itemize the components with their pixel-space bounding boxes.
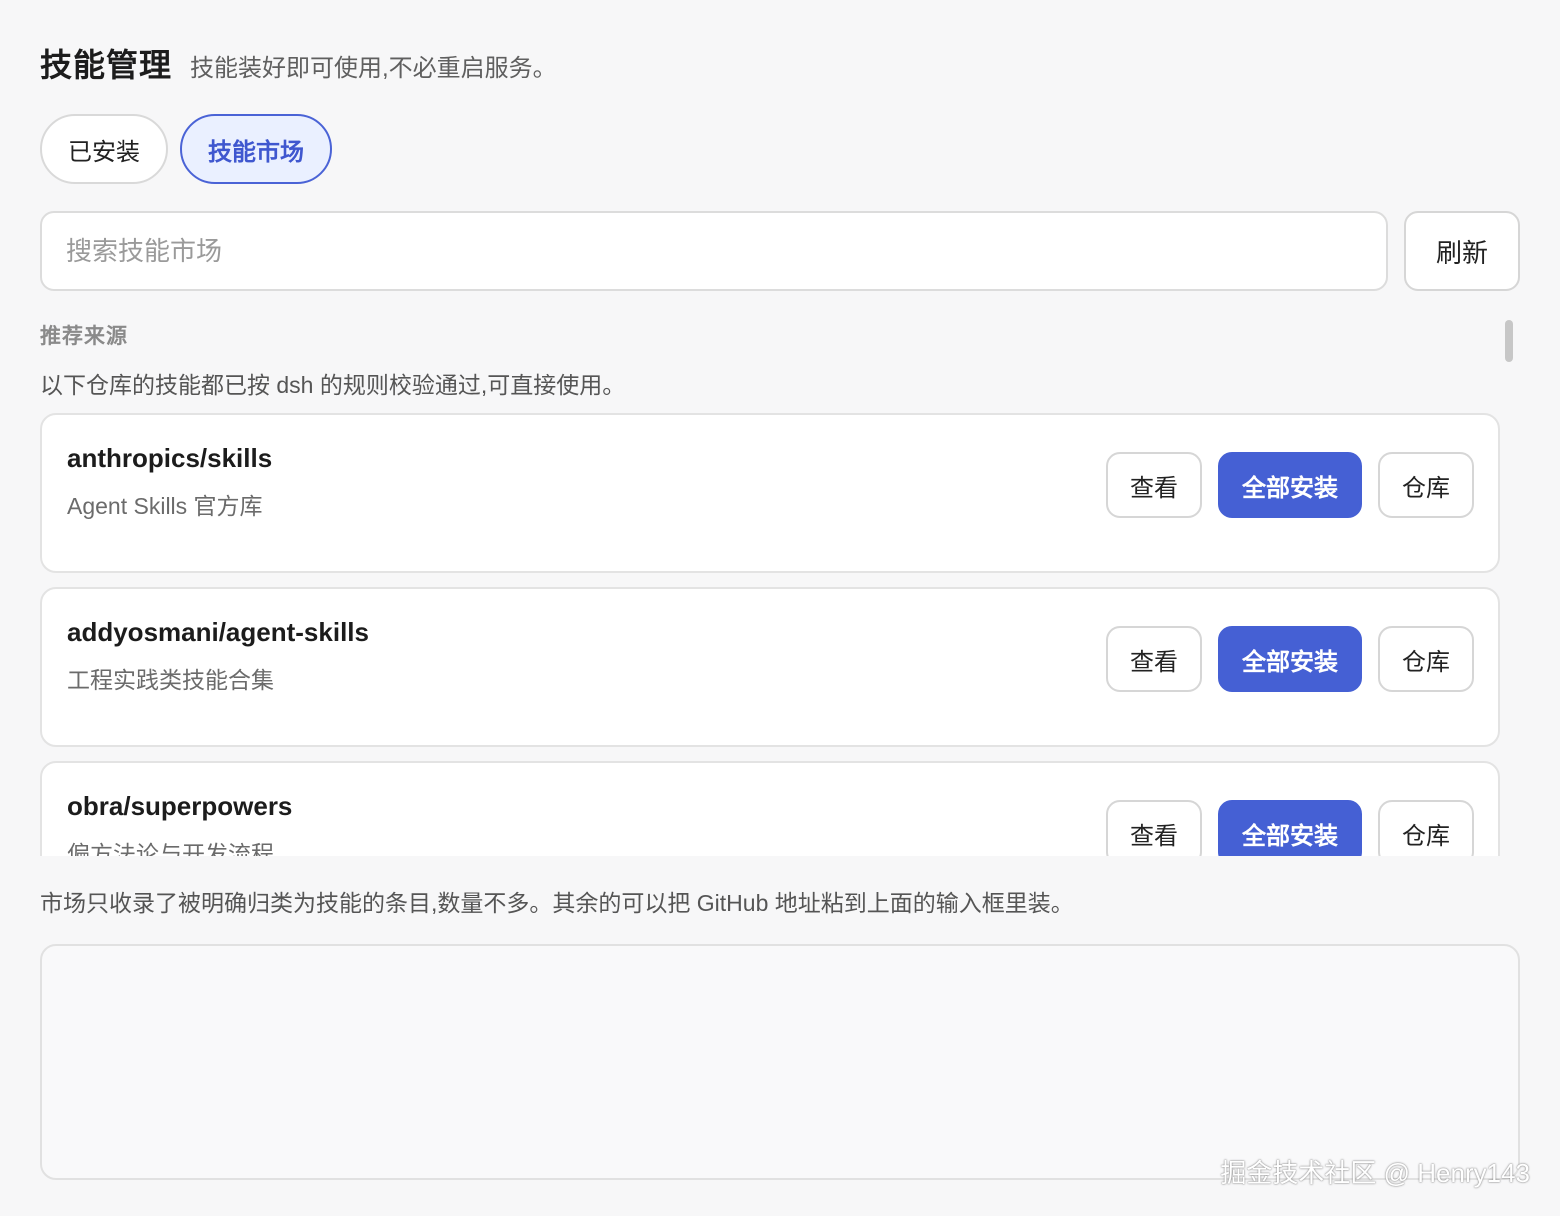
repo-card: addyosmani/agent-skills 工程实践类技能合集 查看 全部安… — [40, 587, 1500, 747]
scrollbar-thumb[interactable] — [1505, 320, 1513, 362]
market-footer-note: 市场只收录了被明确归类为技能的条目,数量不多。其余的可以把 GitHub 地址粘… — [40, 890, 1074, 916]
repo-description: 工程实践类技能合集 — [67, 667, 274, 693]
install-all-button[interactable]: 全部安装 — [1218, 626, 1362, 692]
view-button[interactable]: 查看 — [1106, 452, 1202, 518]
recommended-sources-label: 推荐来源 — [40, 325, 128, 348]
search-row: 刷新 — [40, 211, 1520, 291]
repo-card: obra/superpowers 偏方法论与开发流程 查看 全部安装 仓库 — [40, 761, 1500, 856]
repo-name: addyosmani/agent-skills — [67, 617, 369, 647]
skills-management-page: 技能管理 技能装好即可使用,不必重启服务。 已安装 技能市场 刷新 推荐来源 以… — [0, 0, 1560, 1216]
repo-actions: 查看 全部安装 仓库 — [1106, 626, 1474, 692]
search-box — [40, 211, 1388, 291]
view-button[interactable]: 查看 — [1106, 800, 1202, 856]
repo-actions: 查看 全部安装 仓库 — [1106, 800, 1474, 856]
view-button[interactable]: 查看 — [1106, 626, 1202, 692]
repository-button[interactable]: 仓库 — [1378, 626, 1474, 692]
repository-button[interactable]: 仓库 — [1378, 800, 1474, 856]
page-subtitle: 技能装好即可使用,不必重启服务。 — [190, 55, 557, 82]
tab-bar: 已安装 技能市场 — [40, 114, 332, 184]
repo-actions: 查看 全部安装 仓库 — [1106, 452, 1474, 518]
repo-name: anthropics/skills — [67, 443, 273, 473]
page-header: 技能管理 技能装好即可使用,不必重启服务。 — [40, 40, 557, 86]
recommended-sources-description: 以下仓库的技能都已按 dsh 的规则校验通过,可直接使用。 — [40, 372, 626, 398]
repo-list: anthropics/skills Agent Skills 官方库 查看 全部… — [40, 412, 1502, 856]
output-panel — [40, 944, 1520, 1180]
watermark: 掘金技术社区 @ Henry143 — [1220, 1158, 1530, 1188]
tab-installed[interactable]: 已安装 — [40, 114, 168, 184]
repo-description: Agent Skills 官方库 — [67, 493, 263, 519]
repository-button[interactable]: 仓库 — [1378, 452, 1474, 518]
page-title: 技能管理 — [40, 47, 173, 83]
repo-card: anthropics/skills Agent Skills 官方库 查看 全部… — [40, 413, 1500, 573]
tab-skill-market[interactable]: 技能市场 — [180, 114, 332, 184]
install-all-button[interactable]: 全部安装 — [1218, 452, 1362, 518]
install-all-button[interactable]: 全部安装 — [1218, 800, 1362, 856]
refresh-button[interactable]: 刷新 — [1404, 211, 1520, 291]
repo-description: 偏方法论与开发流程 — [67, 841, 274, 856]
repo-name: obra/superpowers — [67, 791, 293, 821]
search-input[interactable] — [66, 235, 1362, 267]
